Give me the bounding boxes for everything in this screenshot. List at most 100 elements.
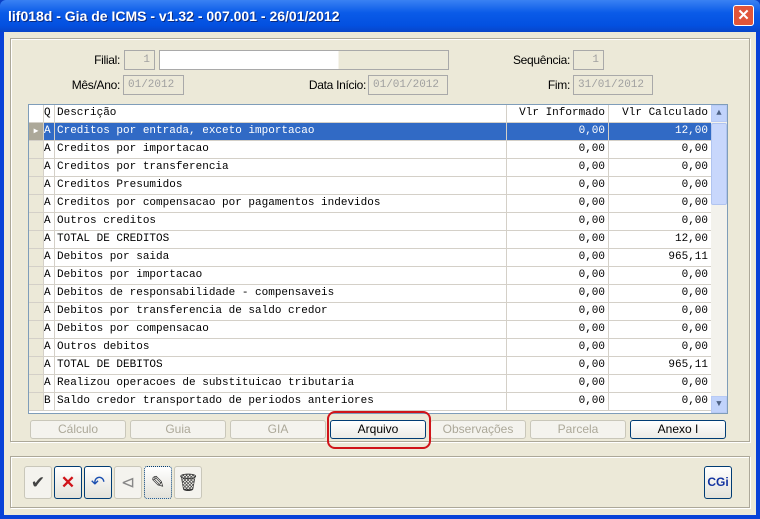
row-indicator[interactable] <box>29 303 44 320</box>
undo-icon[interactable]: ↶ <box>84 466 112 499</box>
cell-descricao[interactable]: TOTAL DE DEBITOS <box>55 357 507 374</box>
cell-q[interactable]: A <box>44 285 55 302</box>
row-indicator[interactable] <box>29 393 44 410</box>
sequencia-field[interactable]: 1 <box>573 50 604 70</box>
cell-vlr-calculado[interactable]: 0,00 <box>609 339 712 356</box>
header-vlr-calculado[interactable]: Vlr Calculado <box>609 105 712 122</box>
row-indicator[interactable] <box>29 177 44 194</box>
cell-vlr-informado[interactable]: 0,00 <box>507 303 609 320</box>
cell-vlr-calculado[interactable]: 965,11 <box>609 357 712 374</box>
cell-q[interactable]: A <box>44 195 55 212</box>
table-row[interactable]: A Outros creditos 0,00 0,00 <box>29 213 712 231</box>
cancel-icon[interactable]: ✕ <box>54 466 82 499</box>
cell-vlr-informado[interactable]: 0,00 <box>507 339 609 356</box>
cell-vlr-informado[interactable]: 0,00 <box>507 321 609 338</box>
mesano-field[interactable]: 01/2012 <box>123 75 184 95</box>
row-indicator[interactable] <box>29 249 44 266</box>
cell-vlr-calculado[interactable]: 12,00 <box>609 123 712 140</box>
cell-descricao[interactable]: Debitos de responsabilidade - compensave… <box>55 285 507 302</box>
datainicio-field[interactable]: 01/01/2012 <box>368 75 448 95</box>
cell-vlr-informado[interactable]: 0,00 <box>507 141 609 158</box>
cell-q[interactable]: A <box>44 321 55 338</box>
cell-descricao[interactable]: Creditos por entrada, exceto importacao <box>55 123 507 140</box>
cell-descricao[interactable]: Debitos por saida <box>55 249 507 266</box>
cell-vlr-informado[interactable]: 0,00 <box>507 375 609 392</box>
cell-q[interactable]: A <box>44 303 55 320</box>
table-row[interactable]: A Debitos de responsabilidade - compensav… <box>29 285 712 303</box>
cell-vlr-informado[interactable]: 0,00 <box>507 123 609 140</box>
cell-vlr-calculado[interactable]: 965,11 <box>609 249 712 266</box>
cell-descricao[interactable]: Debitos por importacao <box>55 267 507 284</box>
cell-vlr-calculado[interactable]: 0,00 <box>609 321 712 338</box>
cell-q[interactable]: A <box>44 177 55 194</box>
cell-vlr-informado[interactable]: 0,00 <box>507 393 609 410</box>
table-row[interactable]: A Debitos por transferencia de saldo cred… <box>29 303 712 321</box>
table-row[interactable]: A TOTAL DE DEBITOS 0,00 965,11 <box>29 357 712 375</box>
cell-vlr-informado[interactable]: 0,00 <box>507 159 609 176</box>
row-indicator[interactable] <box>29 231 44 248</box>
cell-vlr-calculado[interactable]: 0,00 <box>609 213 712 230</box>
trash-icon[interactable]: 🗑 <box>174 466 202 499</box>
filial-name-field[interactable] <box>159 50 449 70</box>
scroll-thumb[interactable] <box>711 123 727 205</box>
cell-q[interactable]: A <box>44 339 55 356</box>
table-row[interactable]: A Creditos por compensacao por pagamentos… <box>29 195 712 213</box>
cell-q[interactable]: A <box>44 249 55 266</box>
row-indicator[interactable] <box>29 195 44 212</box>
row-indicator[interactable] <box>29 321 44 338</box>
cell-q[interactable]: B <box>44 393 55 410</box>
cell-vlr-informado[interactable]: 0,00 <box>507 195 609 212</box>
cell-vlr-informado[interactable]: 0,00 <box>507 285 609 302</box>
cell-descricao[interactable]: Debitos por compensacao <box>55 321 507 338</box>
cell-vlr-informado[interactable]: 0,00 <box>507 357 609 374</box>
header-vlr-informado[interactable]: Vlr Informado <box>507 105 609 122</box>
row-indicator[interactable] <box>29 357 44 374</box>
row-indicator[interactable] <box>29 339 44 356</box>
row-indicator[interactable] <box>29 141 44 158</box>
gia-grid[interactable]: Q Descrição Vlr Informado Vlr Calculado … <box>28 104 728 414</box>
cell-vlr-calculado[interactable]: 0,00 <box>609 141 712 158</box>
tab-anexo-i-button[interactable]: Anexo I <box>630 420 726 439</box>
cell-descricao[interactable]: Outros creditos <box>55 213 507 230</box>
cell-q[interactable]: A <box>44 231 55 248</box>
table-row[interactable]: ▶ A Creditos por entrada, exceto importaca… <box>29 123 712 141</box>
cell-vlr-calculado[interactable]: 0,00 <box>609 195 712 212</box>
table-row[interactable]: A Debitos por importacao 0,00 0,00 <box>29 267 712 285</box>
row-indicator[interactable] <box>29 267 44 284</box>
cell-q[interactable]: A <box>44 159 55 176</box>
cell-descricao[interactable]: Debitos por transferencia de saldo credo… <box>55 303 507 320</box>
grid-scrollbar[interactable]: ▲ ▼ <box>711 105 727 413</box>
cell-q[interactable]: A <box>44 375 55 392</box>
row-indicator[interactable] <box>29 375 44 392</box>
cell-vlr-calculado[interactable]: 0,00 <box>609 375 712 392</box>
cell-vlr-calculado[interactable]: 0,00 <box>609 303 712 320</box>
table-row[interactable]: A Outros debitos 0,00 0,00 <box>29 339 712 357</box>
row-indicator[interactable] <box>29 285 44 302</box>
cell-descricao[interactable]: Creditos por transferencia <box>55 159 507 176</box>
cell-q[interactable]: A <box>44 267 55 284</box>
table-row[interactable]: A Debitos por compensacao 0,00 0,00 <box>29 321 712 339</box>
edit-icon[interactable]: ✎ <box>144 466 172 499</box>
cell-vlr-informado[interactable]: 0,00 <box>507 231 609 248</box>
scroll-up-icon[interactable]: ▲ <box>711 105 727 122</box>
cell-descricao[interactable]: Creditos por importacao <box>55 141 507 158</box>
scroll-down-icon[interactable]: ▼ <box>711 396 727 413</box>
row-indicator[interactable] <box>29 213 44 230</box>
table-row[interactable]: A Creditos Presumidos 0,00 0,00 <box>29 177 712 195</box>
header-descricao[interactable]: Descrição <box>55 105 507 122</box>
cell-vlr-calculado[interactable]: 0,00 <box>609 285 712 302</box>
table-row[interactable]: A Debitos por saida 0,00 965,11 <box>29 249 712 267</box>
cell-descricao[interactable]: TOTAL DE CREDITOS <box>55 231 507 248</box>
table-row[interactable]: A Realizou operacoes de substituicao trib… <box>29 375 712 393</box>
cgi-logo[interactable]: CGi <box>704 466 732 499</box>
cell-q[interactable]: A <box>44 357 55 374</box>
fim-field[interactable]: 31/01/2012 <box>573 75 653 95</box>
cell-vlr-calculado[interactable]: 0,00 <box>609 393 712 410</box>
header-q[interactable]: Q <box>44 105 55 122</box>
row-indicator[interactable] <box>29 159 44 176</box>
table-row[interactable]: A Creditos por importacao 0,00 0,00 <box>29 141 712 159</box>
cell-vlr-calculado[interactable]: 0,00 <box>609 177 712 194</box>
cell-descricao[interactable]: Realizou operacoes de substituicao tribu… <box>55 375 507 392</box>
close-icon[interactable]: ✕ <box>733 5 754 26</box>
cell-descricao[interactable]: Creditos Presumidos <box>55 177 507 194</box>
